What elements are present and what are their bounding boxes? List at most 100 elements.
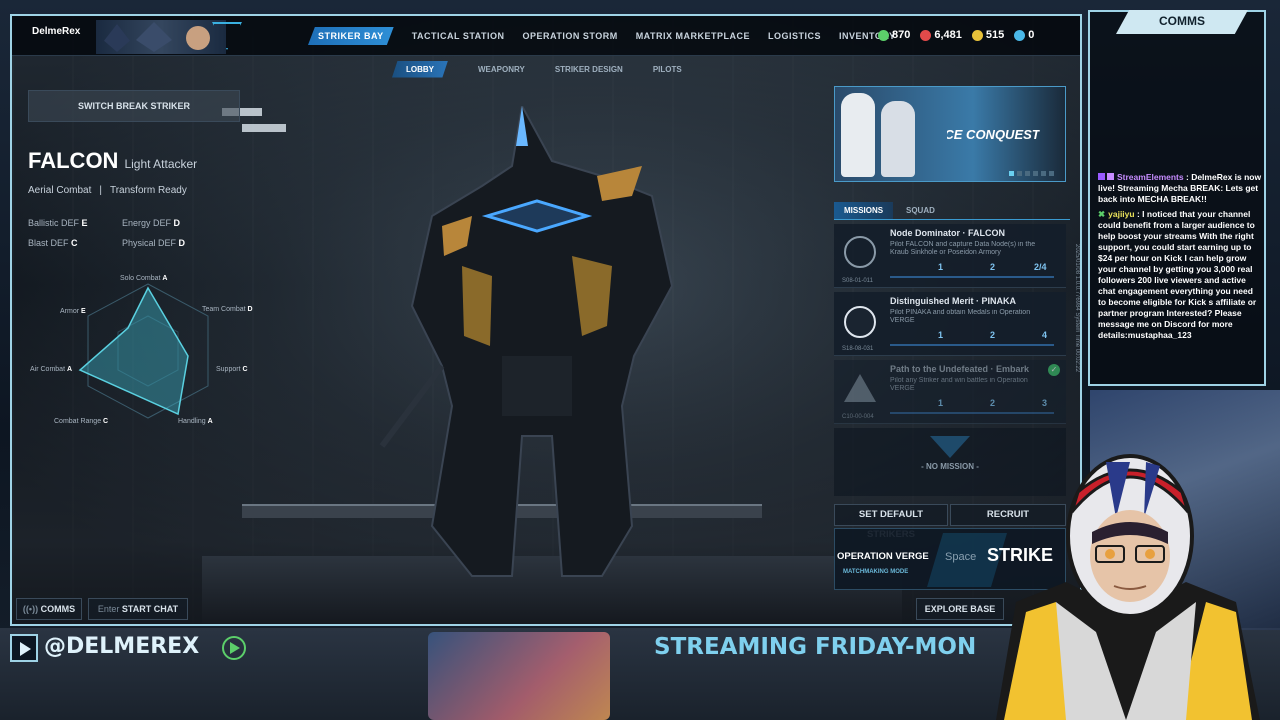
striker-heading: FALCON Light Attacker — [28, 148, 197, 174]
tab-logistics[interactable]: LOGISTICS — [768, 31, 821, 41]
mission-card[interactable]: S08-01-011 Node Dominator · FALCON Pilot… — [834, 224, 1066, 288]
game-window: DelmeRex STRIKER BAY TACTICAL STATION OP… — [10, 14, 1082, 626]
chat-username[interactable]: yajiiyu — [1108, 209, 1134, 219]
milestone: 2 — [990, 330, 996, 340]
mission-desc: Pilot any Striker and win battles in Ope… — [890, 377, 1028, 392]
pager-dot[interactable] — [1009, 171, 1014, 176]
switch-striker-button[interactable]: SWITCH BREAK STRIKER — [28, 90, 240, 122]
mission-emblem-icon — [844, 306, 876, 338]
milestone: 1 — [938, 398, 944, 408]
stat-grade: D — [178, 238, 186, 248]
radar-label-air: Air Combat A — [30, 366, 73, 373]
mission-title: Node Dominator · FALCON — [890, 228, 1005, 238]
stat-label: Physical DEF — [122, 238, 177, 248]
stat-grade: C — [71, 238, 78, 248]
badge-icon — [1098, 173, 1105, 180]
radar-label-support: Support C — [216, 366, 248, 373]
resource-blue[interactable]: 0 — [1014, 29, 1034, 41]
chat-message: ✖ yajiiyu : I noticed that your channel c… — [1098, 209, 1257, 340]
radar-label-team: Team Combat D — [202, 306, 253, 313]
credits-icon — [878, 29, 889, 41]
comms-label: COMMS — [40, 604, 76, 614]
stat-grade: E — [81, 218, 88, 228]
key-hint: Space — [945, 551, 977, 563]
key-hint: Enter — [97, 604, 120, 614]
sub-tabs: LOBBY WEAPONRY STRIKER DESIGN PILOTS — [392, 58, 682, 80]
pager-dot[interactable] — [1025, 171, 1030, 176]
tab-squad[interactable]: SQUAD — [906, 206, 935, 215]
pilot-figure — [841, 93, 875, 177]
play-icon — [20, 642, 31, 656]
sword-badge-icon: ✖ — [1098, 209, 1106, 219]
tab-pilots[interactable]: PILOTS — [653, 65, 682, 74]
red-currency-icon — [920, 29, 932, 41]
pager-dot[interactable] — [1041, 171, 1046, 176]
resource-value: 6,481 — [934, 29, 962, 41]
start-chat-button[interactable]: Enter START CHAT — [88, 598, 188, 620]
kick-icon[interactable] — [222, 636, 246, 660]
separator: | — [99, 185, 102, 196]
resource-credits[interactable]: 870 — [878, 29, 910, 41]
mission-card[interactable]: C10-00-004 Path to the Undefeated · Emba… — [834, 360, 1066, 424]
striker-role: Light Attacker — [124, 157, 198, 171]
banner-pager[interactable] — [1009, 171, 1054, 176]
top-nav-bar: DelmeRex STRIKER BAY TACTICAL STATION OP… — [12, 16, 1080, 56]
tab-matrix-marketplace[interactable]: MATRIX MARKETPLACE — [636, 31, 750, 41]
stat-label: Blast DEF — [28, 238, 69, 248]
gold-currency-icon — [971, 29, 983, 41]
mission-progress — [890, 276, 1054, 278]
stat-label: Energy DEF — [122, 218, 172, 228]
milestone: 1 — [938, 330, 944, 340]
radar-chart — [78, 283, 209, 419]
tab-missions[interactable]: MISSIONS — [834, 202, 894, 219]
milestone: 1 — [938, 262, 944, 272]
tab-striker-bay[interactable]: STRIKER BAY — [308, 27, 394, 45]
schedule-ticker: STREAMING FRIDAY-MON — [654, 634, 977, 660]
pager-dot[interactable] — [1017, 171, 1022, 176]
matchmaking-mode: MATCHMAKING MODE — [843, 569, 909, 575]
chat-title: COMMS — [1116, 10, 1248, 34]
twitch-icon[interactable] — [10, 634, 38, 662]
resource-value: 870 — [892, 29, 911, 41]
comms-button[interactable]: ((•)) COMMS — [16, 598, 82, 620]
mission-progress — [890, 412, 1054, 414]
resource-value: 0 — [1028, 29, 1035, 41]
tab-operation-storm[interactable]: OPERATION STORM — [523, 31, 618, 41]
pager-dot[interactable] — [1049, 171, 1054, 176]
mission-tabs: MISSIONS SQUAD — [834, 202, 1070, 220]
set-default-strikers-button[interactable]: SET DEFAULT STRIKERS — [834, 504, 948, 540]
mission-title: Path to the Undefeated · Embark — [890, 364, 1030, 374]
tab-lobby[interactable]: LOBBY — [392, 60, 448, 78]
milestone: 2 — [990, 262, 996, 272]
pager-dot[interactable] — [1033, 171, 1038, 176]
falcon-mech — [379, 106, 674, 577]
avatar — [186, 26, 210, 50]
resource-red[interactable]: 6,481 — [920, 29, 962, 41]
squad-avatars[interactable] — [96, 20, 226, 54]
striker-name: FALCON — [28, 148, 119, 173]
event-banner[interactable]: ACE CONQUEST — [834, 86, 1066, 182]
mission-code: S18-08-031 — [842, 346, 874, 352]
chat-message: StreamElements : DelmeRex is now live! S… — [1098, 172, 1262, 204]
resource-gold[interactable]: 515 — [971, 29, 1004, 41]
badge-icon — [1107, 173, 1114, 180]
striker-traits: Aerial Combat | Transform Ready — [28, 185, 187, 196]
mission-desc: Pilot FALCON and capture Data Node(s) in… — [890, 241, 1036, 256]
milestone: 2/4 — [1034, 262, 1047, 272]
mission-emblem-icon — [844, 374, 876, 402]
radar-label-handling: Handling A — [178, 418, 213, 425]
tab-tactical-station[interactable]: TACTICAL STATION — [412, 31, 505, 41]
explore-base-button[interactable]: EXPLORE BASE — [916, 598, 1004, 620]
resource-bar: 870 6,481 515 0 — [878, 29, 1034, 41]
system-version: 1.0.0.776984 — [1074, 275, 1080, 311]
chat-username[interactable]: StreamElements — [1117, 172, 1184, 182]
system-date: 2025/01/08 — [1074, 244, 1080, 275]
milestone: 4 — [1042, 330, 1048, 340]
tab-striker-design[interactable]: STRIKER DESIGN — [555, 65, 623, 74]
system-info: 2025/01/08 1.0.0.776984 System Time 00:0… — [1068, 244, 1080, 394]
tab-weaponry[interactable]: WEAPONRY — [478, 65, 525, 74]
operation-name: OPERATION VERGE — [837, 551, 929, 562]
mission-progress — [890, 344, 1054, 346]
mission-card[interactable]: S18-08-031 Distinguished Merit · PINAKA … — [834, 292, 1066, 356]
avatar — [136, 22, 172, 52]
